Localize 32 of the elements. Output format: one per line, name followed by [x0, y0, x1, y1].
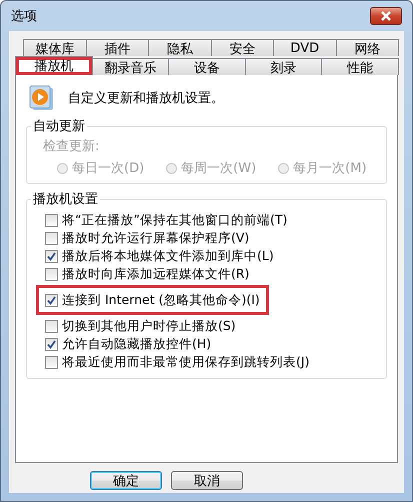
- group-title: 自动更新: [32, 118, 86, 135]
- tab[interactable]: 设备: [168, 58, 246, 75]
- tab[interactable]: 刻录: [244, 58, 322, 75]
- check-icon: [47, 340, 56, 348]
- tab[interactable]: 插件: [86, 39, 149, 56]
- window-title: 选项: [11, 8, 37, 25]
- checkbox-option[interactable]: 播放后将本地媒体文件添加到库中(L): [43, 248, 276, 264]
- media-player-icon: [28, 85, 54, 111]
- tab[interactable]: 安全: [210, 39, 274, 56]
- checkbox-option[interactable]: 播放时向库添加远程媒体文件(R): [43, 266, 252, 282]
- tab[interactable]: 播放机: [15, 56, 93, 75]
- tab[interactable]: 媒体库: [23, 39, 86, 56]
- tab[interactable]: DVD: [273, 39, 336, 56]
- checkbox-option[interactable]: 切换到其他用户时停止播放(S): [43, 318, 238, 334]
- checkbox-option[interactable]: 连接到 Internet (忽略其他命令)(I): [36, 285, 269, 315]
- check-icon: [47, 252, 56, 260]
- dialog-button[interactable]: 确定: [90, 471, 162, 490]
- checkbox-option[interactable]: 允许自动隐藏播放控件(H): [43, 336, 214, 352]
- close-button[interactable]: [370, 7, 402, 25]
- checkbox-option[interactable]: 将最近使用而非最常使用保存到跳转列表(J): [43, 354, 312, 370]
- header-text: 自定义更新和播放机设置。: [68, 90, 224, 107]
- checkbox-option[interactable]: 播放时允许运行屏幕保护程序(V): [43, 230, 252, 246]
- check-updates-label: 检查更新:: [43, 139, 100, 154]
- close-icon: [381, 11, 391, 21]
- dialog-button[interactable]: 取消: [171, 471, 243, 490]
- checkbox-option[interactable]: 将“正在播放”保持在其他窗口的前端(T): [43, 212, 290, 228]
- group-title: 播放机设置: [32, 191, 99, 208]
- check-icon: [47, 296, 56, 304]
- tab[interactable]: 性能: [321, 58, 399, 75]
- tab[interactable]: 翻录音乐: [92, 58, 170, 75]
- tab[interactable]: 网络: [336, 39, 399, 56]
- tab[interactable]: 隐私: [148, 39, 212, 56]
